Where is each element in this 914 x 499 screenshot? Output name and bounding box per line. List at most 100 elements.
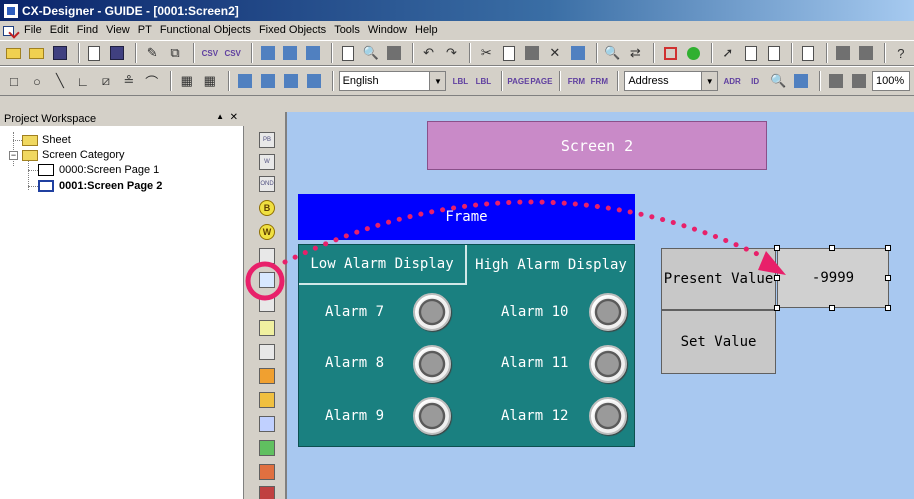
tool-a-icon[interactable] — [258, 43, 278, 63]
layer-d-icon[interactable] — [304, 71, 324, 91]
tree-item-sheet[interactable]: Sheet — [22, 133, 71, 147]
bit-lamp[interactable] — [413, 293, 451, 331]
page-prev-icon[interactable]: PAGE — [507, 71, 529, 91]
save-screen-icon[interactable] — [107, 43, 127, 63]
edit-icon[interactable]: ✎ — [142, 43, 162, 63]
menu-window[interactable]: Window — [364, 22, 411, 39]
selection-handle[interactable] — [885, 245, 891, 251]
csv-export-icon[interactable]: CSV — [223, 43, 243, 63]
find-icon[interactable]: 🔍 — [603, 43, 623, 63]
show-id-icon[interactable]: ID — [745, 71, 765, 91]
menu-help[interactable]: Help — [411, 22, 442, 39]
frame-body[interactable]: Low Alarm Display High Alarm Display Ala… — [298, 244, 635, 447]
selection-handle[interactable] — [829, 305, 835, 311]
analog-meter-tool-icon[interactable] — [259, 368, 275, 384]
new-project-icon[interactable] — [4, 43, 24, 63]
cut-icon[interactable]: ✂ — [476, 43, 496, 63]
selection-handle[interactable] — [774, 305, 780, 311]
align-a-icon[interactable]: ▦ — [177, 71, 197, 91]
bit-lamp-tool-icon[interactable]: B — [259, 200, 275, 216]
page-next-icon[interactable]: PAGE — [530, 71, 552, 91]
tree-item-screen-page-1[interactable]: 0000:Screen Page 1 — [38, 163, 159, 177]
new-screen-icon[interactable] — [85, 43, 105, 63]
print-preview-icon[interactable]: 🔍 — [361, 43, 381, 63]
menu-file[interactable]: File — [20, 22, 46, 39]
present-value-button[interactable]: Present Value — [661, 248, 776, 310]
library-icon[interactable] — [833, 43, 853, 63]
pin-icon[interactable]: ▲ — [216, 112, 224, 121]
menu-edit[interactable]: Edit — [46, 22, 73, 39]
fill-color-icon[interactable] — [826, 71, 846, 91]
properties-icon[interactable] — [798, 43, 818, 63]
menu-fixed-objects[interactable]: Fixed Objects — [255, 22, 330, 39]
paste-icon[interactable] — [522, 43, 542, 63]
tree-item-screen-category[interactable]: − Screen Category — [9, 148, 125, 162]
selection-handle[interactable] — [885, 305, 891, 311]
copy-clipboard-icon[interactable] — [499, 43, 519, 63]
selection-handle[interactable] — [885, 275, 891, 281]
copy-icon[interactable] — [338, 43, 358, 63]
set-value-button[interactable]: Set Value — [661, 310, 776, 374]
menu-find[interactable]: Find — [73, 22, 102, 39]
transfer-icon[interactable]: ➚ — [718, 43, 738, 63]
dropdown-arrow-icon[interactable]: ▼ — [701, 72, 718, 90]
polyline-tool-icon[interactable]: ∟ — [73, 71, 93, 91]
label-prev-icon[interactable]: LBL — [450, 71, 470, 91]
bit-lamp[interactable] — [413, 397, 451, 435]
document-window-icon[interactable] — [2, 24, 18, 38]
bit-lamp[interactable] — [589, 293, 627, 331]
line-color-icon[interactable] — [849, 71, 869, 91]
label-next-icon[interactable]: LBL — [473, 71, 493, 91]
collapse-icon[interactable]: − — [9, 150, 18, 160]
list-selection-tool-icon[interactable] — [259, 320, 275, 336]
library-alt-icon[interactable] — [856, 43, 876, 63]
frame-prev-icon[interactable]: FRM — [566, 71, 586, 91]
push-button-tool-icon[interactable]: PB — [259, 132, 275, 148]
bit-lamp[interactable] — [413, 345, 451, 383]
alarm-tool-icon[interactable] — [259, 440, 275, 456]
video-tool-icon[interactable] — [259, 486, 275, 499]
sector-tool-icon[interactable]: ≗ — [119, 71, 139, 91]
zoom-icon[interactable]: 🔍 — [768, 71, 788, 91]
display-tool-icon[interactable] — [259, 248, 275, 264]
compare-icon[interactable] — [764, 43, 784, 63]
numeral-display-object[interactable]: -9999 — [777, 248, 889, 308]
layer-a-icon[interactable] — [235, 71, 255, 91]
command-button-tool-icon[interactable]: OND — [259, 176, 275, 192]
word-lamp-tool-icon[interactable]: W — [259, 224, 275, 240]
save-project-icon[interactable] — [50, 43, 70, 63]
arc-tool-icon[interactable]: ⌒ — [142, 71, 162, 91]
zoom-select[interactable]: 100% — [872, 71, 910, 91]
address-select[interactable]: Address ▼ — [624, 71, 719, 91]
redo-icon[interactable]: ↷ — [442, 43, 462, 63]
multi-copy-icon[interactable] — [568, 43, 588, 63]
delete-icon[interactable]: ✕ — [545, 43, 565, 63]
data-block-tool-icon[interactable] — [259, 464, 275, 480]
print-icon[interactable] — [384, 43, 404, 63]
language-select[interactable]: English ▼ — [338, 71, 447, 91]
open-project-icon[interactable] — [27, 43, 47, 63]
frame-header[interactable]: Frame — [298, 194, 635, 240]
selection-handle[interactable] — [774, 245, 780, 251]
selection-handle[interactable] — [829, 245, 835, 251]
screen-label-object[interactable]: Screen 2 — [427, 121, 767, 170]
replace-icon[interactable]: ⇄ — [625, 43, 645, 63]
grid-icon[interactable] — [791, 71, 811, 91]
trend-graph-tool-icon[interactable] — [259, 416, 275, 432]
tab-high-alarm-display[interactable]: High Alarm Display — [467, 245, 635, 285]
layer-c-icon[interactable] — [281, 71, 301, 91]
word-button-tool-icon[interactable]: W — [259, 154, 275, 170]
close-icon[interactable]: ✕ — [230, 112, 238, 123]
tab-low-alarm-display[interactable]: Low Alarm Display — [299, 245, 467, 285]
copy-screen-icon[interactable]: ⧉ — [165, 43, 185, 63]
undo-icon[interactable]: ↶ — [419, 43, 439, 63]
circle-tool-icon[interactable]: ○ — [27, 71, 47, 91]
check-icon[interactable] — [660, 43, 680, 63]
test-icon[interactable] — [683, 43, 703, 63]
bit-lamp[interactable] — [589, 345, 627, 383]
menu-pt[interactable]: PT — [134, 22, 156, 39]
dropdown-arrow-icon[interactable]: ▼ — [429, 72, 446, 90]
tool-b-icon[interactable] — [280, 43, 300, 63]
level-meter-tool-icon[interactable] — [259, 344, 275, 360]
show-address-icon[interactable]: ADR — [722, 71, 742, 91]
